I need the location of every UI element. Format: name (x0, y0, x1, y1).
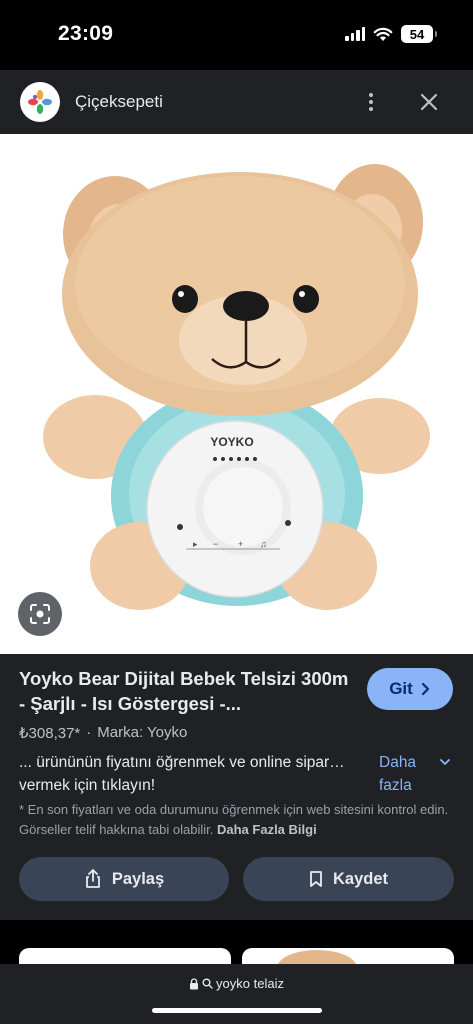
flower-logo-icon[interactable] (20, 82, 60, 122)
browser-bottom-bar: yoyko telaiz (0, 964, 473, 1024)
share-icon (85, 869, 100, 888)
disclaimer: * En son fiyatları ve oda durumunu öğren… (19, 800, 459, 840)
more-vert-icon[interactable] (356, 88, 386, 116)
more-link[interactable]: Daha fazla (379, 751, 429, 797)
lock-icon (190, 977, 199, 989)
signal-icon (345, 27, 365, 41)
result-panel: Yoyko Bear Dijital Bebek Telsizi 300m - … (0, 654, 473, 920)
status-icons: 54 (345, 25, 437, 43)
next-results-strip (0, 920, 473, 968)
device-brand-label: YOYKO (210, 435, 253, 449)
meta-line: ₺308,37* · Marka: Yoyko (19, 724, 187, 742)
svg-text:♫: ♫ (260, 539, 267, 549)
disclaimer-link[interactable]: Daha Fazla Bilgi (217, 822, 317, 837)
bookmark-icon (310, 871, 322, 887)
close-icon[interactable] (414, 87, 444, 117)
share-button[interactable]: Paylaş (19, 857, 229, 901)
battery-indicator: 54 (401, 25, 437, 43)
share-label: Paylaş (111, 869, 165, 888)
product-title[interactable]: Yoyko Bear Dijital Bebek Telsizi 300m - … (19, 666, 349, 716)
wifi-icon (373, 27, 393, 41)
status-bar: 23:09 54 (0, 0, 473, 70)
go-button[interactable]: Git (367, 668, 453, 710)
site-name[interactable]: Çiçeksepeti (75, 92, 163, 112)
svg-text:−: − (213, 539, 218, 549)
product-brand: Marka: Yoyko (97, 724, 188, 741)
product-description: ... ürününün fiyatını öğrenmek ve online… (19, 754, 345, 794)
chevron-right-icon (421, 682, 429, 696)
product-image[interactable]: YOYKO ▸ − + ♫ (0, 134, 473, 654)
source-header: Çiçeksepeti (0, 70, 473, 134)
product-price: ₺308,37* (19, 725, 81, 742)
meta-separator: · (86, 724, 92, 741)
save-label: Kaydet (332, 869, 389, 888)
address-query: yoyko telaiz (216, 976, 284, 991)
chevron-down-icon[interactable] (438, 755, 452, 769)
go-button-label: Git (389, 679, 413, 698)
svg-text:+: + (238, 539, 243, 549)
search-icon (202, 978, 213, 989)
svg-text:▸: ▸ (193, 539, 198, 549)
address-bar[interactable]: yoyko telaiz (0, 976, 473, 991)
lens-icon[interactable] (18, 592, 62, 636)
save-button[interactable]: Kaydet (243, 857, 454, 901)
status-time: 23:09 (58, 22, 114, 45)
home-indicator[interactable] (152, 1008, 322, 1013)
teddy-bear-image: YOYKO ▸ − + ♫ (43, 164, 430, 610)
